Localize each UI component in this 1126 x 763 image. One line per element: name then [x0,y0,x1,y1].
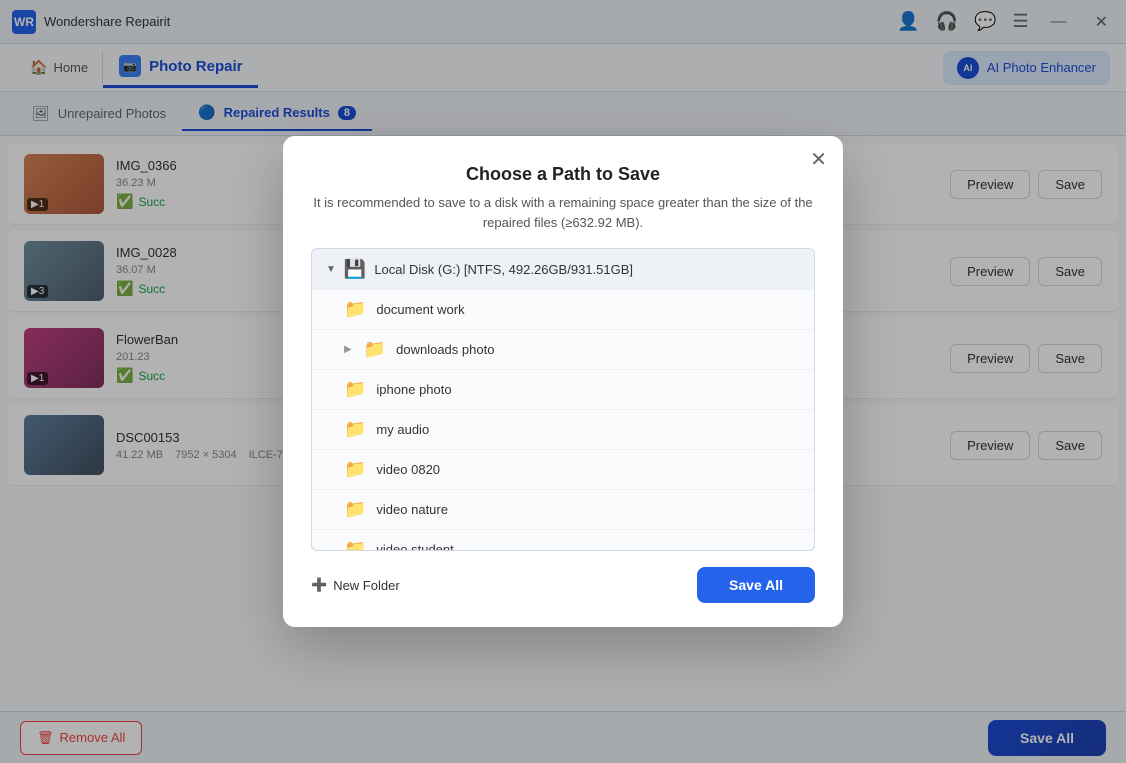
folder-icon: 📁 [344,379,366,400]
list-item[interactable]: 📁 my audio [312,410,814,450]
list-item[interactable]: 📁 iphone photo [312,370,814,410]
disk-drive-icon: 💾 [344,259,366,280]
folder-name: document work [376,302,464,317]
folder-icon: 📁 [344,299,366,320]
dialog-title: Choose a Path to Save [311,164,815,185]
disk-root-item[interactable]: ▼ 💾 Local Disk (G:) [NTFS, 492.26GB/931.… [312,249,814,290]
folder-name: video 0820 [376,462,440,477]
folder-list: 📁 document work ▶ 📁 downloads photo 📁 ip… [312,290,814,550]
dialog-footer: ➕ New Folder Save All [311,567,815,603]
new-folder-button[interactable]: ➕ New Folder [311,577,400,593]
list-item[interactable]: ▶ 📁 downloads photo [312,330,814,370]
folder-name: video nature [376,502,448,517]
folder-icon: 📁 [344,459,366,480]
folder-icon: 📁 [364,339,386,360]
dialog-save-all-label: Save All [729,577,783,593]
disk-name: Local Disk (G:) [NTFS, 492.26GB/931.51GB… [374,262,633,277]
list-item[interactable]: 📁 video 0820 [312,450,814,490]
folder-icon: 📁 [344,539,366,550]
disk-expand-icon: ▼ [326,264,336,275]
disk-tree: ▼ 💾 Local Disk (G:) [NTFS, 492.26GB/931.… [311,248,815,551]
dialog-description: It is recommended to save to a disk with… [311,193,815,232]
new-folder-icon: ➕ [311,577,327,593]
folder-name: iphone photo [376,382,451,397]
folder-name: downloads photo [396,342,494,357]
folder-name: video student [376,542,453,550]
folder-icon: 📁 [344,499,366,520]
dialog-save-all-button[interactable]: Save All [697,567,815,603]
modal-overlay: ✕ Choose a Path to Save It is recommende… [0,0,1126,763]
save-path-dialog: ✕ Choose a Path to Save It is recommende… [283,136,843,627]
list-item[interactable]: 📁 video nature [312,490,814,530]
dialog-close-button[interactable]: ✕ [810,150,827,170]
folder-name: my audio [376,422,429,437]
list-item[interactable]: 📁 document work [312,290,814,330]
list-item[interactable]: 📁 video student [312,530,814,550]
folder-expand-icon: ▶ [344,344,352,355]
new-folder-label: New Folder [333,578,399,593]
folder-icon: 📁 [344,419,366,440]
